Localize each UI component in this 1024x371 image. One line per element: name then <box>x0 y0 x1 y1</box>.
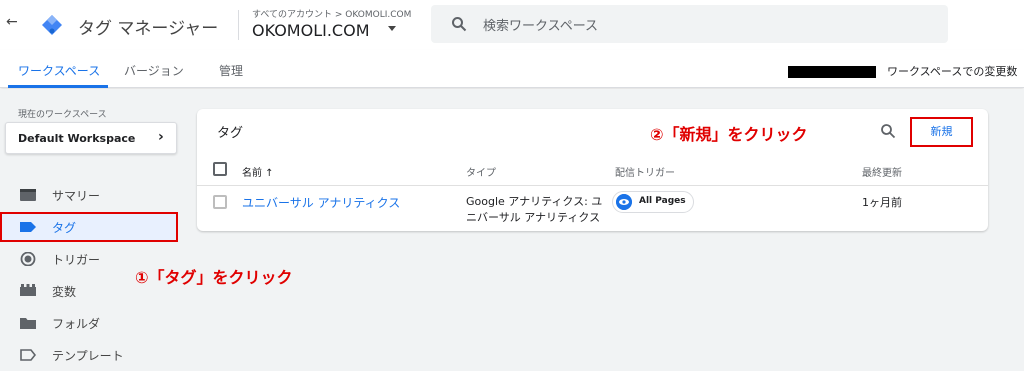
folder-icon <box>20 318 36 329</box>
eye-icon <box>616 194 632 210</box>
search-icon <box>452 17 467 32</box>
sidebar-item-label: テンプレート <box>52 349 124 363</box>
tab-admin[interactable]: 管理 <box>219 62 243 79</box>
row-checkbox[interactable] <box>213 195 227 209</box>
tag-manager-logo[interactable] <box>40 13 64 37</box>
search-icon[interactable] <box>880 123 896 139</box>
column-header-trigger[interactable]: 配信トリガー <box>615 164 675 179</box>
sidebar-item-summary[interactable]: サマリー <box>0 180 178 210</box>
sidebar-item-label: サマリー <box>52 189 101 203</box>
card-title: タグ <box>217 126 244 141</box>
summary-icon <box>20 189 36 201</box>
sidebar-item-label: トリガー <box>52 253 101 267</box>
tag-icon <box>20 222 36 232</box>
sidebar-item-folders[interactable]: フォルダ <box>0 308 178 338</box>
variables-icon <box>20 284 36 296</box>
annotation-step-1: ①「タグ」をクリック <box>135 268 293 287</box>
chevron-right-icon: › <box>158 129 164 145</box>
column-header-name[interactable]: 名前 ↑ <box>242 164 274 179</box>
select-all-checkbox[interactable] <box>213 162 227 176</box>
sidebar-item-tags[interactable]: タグ <box>0 212 178 242</box>
header-divider <box>238 10 239 40</box>
header-divider <box>197 185 988 186</box>
workspace-name: Default Workspace <box>18 132 136 145</box>
sidebar-item-label: フォルダ <box>52 317 101 331</box>
template-icon <box>20 349 36 361</box>
tag-name-link[interactable]: ユニバーサル アナリティクス <box>242 194 400 211</box>
new-tag-button[interactable]: 新規 <box>910 117 973 147</box>
column-header-type[interactable]: タイプ <box>466 164 496 179</box>
tab-workspace[interactable]: ワークスペース <box>18 62 100 79</box>
workspace-selector[interactable]: Default Workspace › <box>5 122 177 154</box>
active-tab-indicator <box>8 85 108 88</box>
column-header-updated[interactable]: 最終更新 <box>862 164 902 179</box>
app-title: タグ マネージャー <box>78 19 219 39</box>
annotation-step-2: ②「新規」をクリック <box>650 125 808 144</box>
workspace-search[interactable]: 検索ワークスペース <box>431 5 948 43</box>
tabs-bar: ワークスペース バージョン 管理 ワークスペースでの変更数 <box>0 50 1024 88</box>
account-selector[interactable]: OKOMOLI.COM <box>252 21 370 40</box>
tag-type: Google アナリティクス: ユニバーサル アナリティクス <box>466 195 603 224</box>
sidebar-item-label: 変数 <box>52 285 77 299</box>
tab-versions[interactable]: バージョン <box>124 62 184 79</box>
tags-card: タグ 新規 名前 ↑ タイプ 配信トリガー 最終更新 ユニバーサル アナリティク… <box>197 109 988 231</box>
sidebar-item-label: タグ <box>52 221 77 235</box>
search-placeholder[interactable]: 検索ワークスペース <box>483 15 598 34</box>
trigger-chip-label: All Pages <box>639 196 686 206</box>
trigger-chip[interactable]: All Pages <box>612 191 694 213</box>
top-header: ← タグ マネージャー すべてのアカウント > OKOMOLI.COM OKOM… <box>0 0 1024 50</box>
last-updated: 1ヶ月前 <box>862 196 902 209</box>
workspace-changes-label: ワークスペースでの変更数 <box>887 65 1018 78</box>
account-breadcrumb: すべてのアカウント > OKOMOLI.COM <box>252 10 412 20</box>
current-workspace-label: 現在のワークスペース <box>18 110 107 120</box>
sidebar-item-templates[interactable]: テンプレート <box>0 340 178 370</box>
redacted-block <box>788 66 876 78</box>
trigger-icon <box>20 252 36 266</box>
arrow-left-icon[interactable]: ← <box>6 14 18 30</box>
caret-down-icon[interactable] <box>388 26 396 31</box>
